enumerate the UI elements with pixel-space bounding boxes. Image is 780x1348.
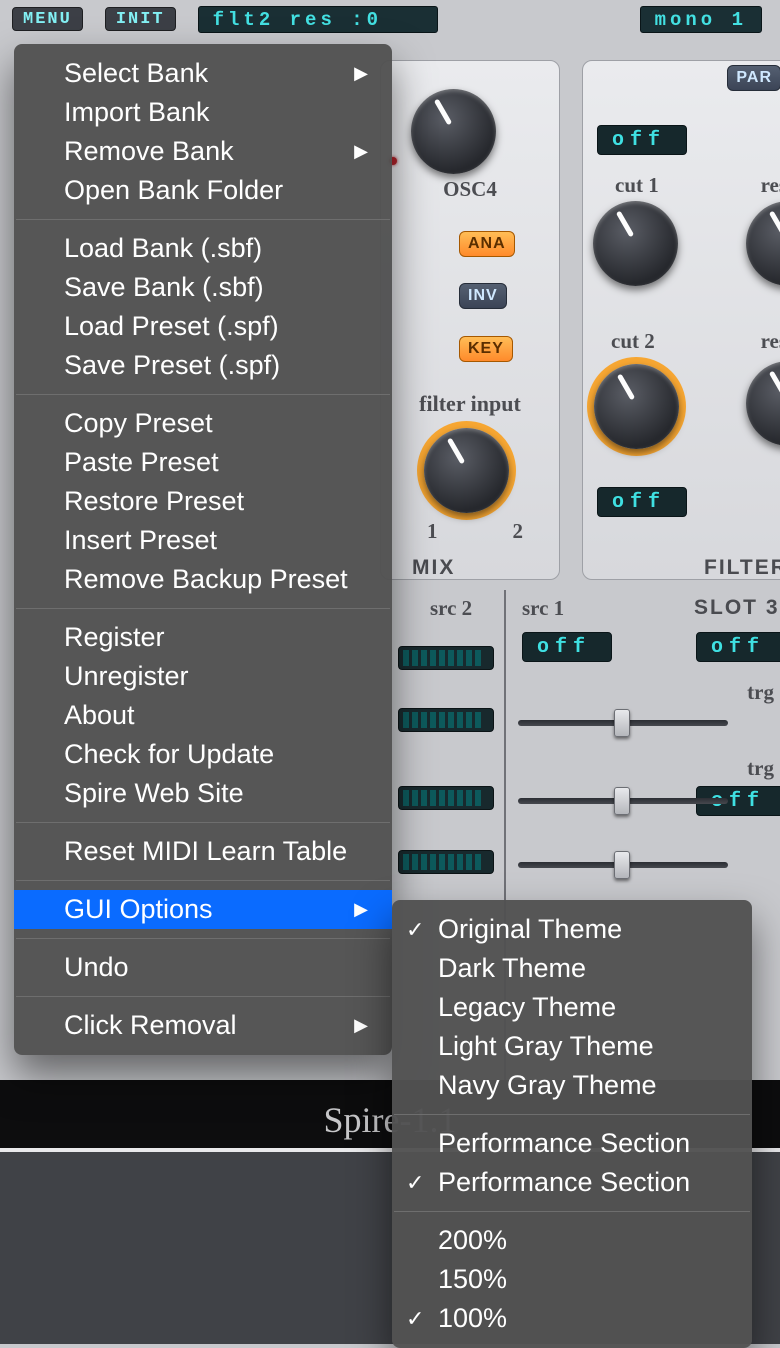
meter-row4	[398, 850, 494, 874]
check-icon: ✓	[406, 917, 424, 943]
src2-meter	[398, 646, 494, 670]
filter1-type-display[interactable]: off	[597, 125, 687, 155]
res1-knob[interactable]	[746, 201, 780, 286]
mix-section-title: MIX	[412, 556, 455, 580]
menu-separator	[16, 608, 390, 609]
menu-separator	[16, 394, 390, 395]
trg2-label: trg	[747, 756, 774, 781]
src2-label: src 2	[430, 596, 472, 621]
cut2-label: cut 2	[611, 329, 655, 354]
menu-about[interactable]: About	[14, 696, 392, 735]
submenu-zoom-150[interactable]: 150%	[392, 1260, 752, 1299]
submenu-perf-section-2[interactable]: ✓Performance Section	[392, 1163, 752, 1202]
gui-options-submenu: ✓Original Theme Dark Theme Legacy Theme …	[392, 900, 752, 1348]
check-icon: ✓	[406, 1306, 424, 1332]
filter2-type-display[interactable]: off	[597, 487, 687, 517]
check-icon: ✓	[406, 1170, 424, 1196]
src1-label: src 1	[522, 596, 564, 621]
filter-input-label: filter input	[381, 391, 559, 417]
mod-slider-1[interactable]	[518, 720, 728, 726]
filter-input-max: 2	[513, 519, 524, 544]
inv-button[interactable]: INV	[459, 283, 507, 309]
key-button[interactable]: KEY	[459, 336, 513, 362]
menu-click-removal[interactable]: Click Removal▶	[14, 1006, 392, 1045]
menu-load-bank[interactable]: Load Bank (.sbf)	[14, 229, 392, 268]
res1-label: res	[761, 173, 780, 198]
menu-import-bank[interactable]: Import Bank	[14, 93, 392, 132]
menu-paste-preset[interactable]: Paste Preset	[14, 443, 392, 482]
menu-unregister[interactable]: Unregister	[14, 657, 392, 696]
init-button[interactable]: INIT	[105, 7, 176, 31]
mod-slider-2[interactable]	[518, 798, 728, 804]
slot-src3-display[interactable]: off	[696, 632, 780, 662]
cut2-knob[interactable]	[594, 364, 679, 449]
menu-save-bank[interactable]: Save Bank (.sbf)	[14, 268, 392, 307]
submenu-theme-original[interactable]: ✓Original Theme	[392, 910, 752, 949]
cut1-knob[interactable]	[593, 201, 678, 286]
trg1-label: trg	[747, 680, 774, 705]
menu-load-preset[interactable]: Load Preset (.spf)	[14, 307, 392, 346]
par-button[interactable]: PAR	[727, 65, 780, 91]
meter-row2	[398, 708, 494, 732]
menu-restore-preset[interactable]: Restore Preset	[14, 482, 392, 521]
menu-remove-bank[interactable]: Remove Bank▶	[14, 132, 392, 171]
menu-website[interactable]: Spire Web Site	[14, 774, 392, 813]
submenu-theme-navygray[interactable]: Navy Gray Theme	[392, 1066, 752, 1105]
menu-copy-preset[interactable]: Copy Preset	[14, 404, 392, 443]
menu-insert-preset[interactable]: Insert Preset	[14, 521, 392, 560]
menu-separator	[16, 822, 390, 823]
mod-slider-3[interactable]	[518, 862, 728, 868]
meter-row3	[398, 786, 494, 810]
submenu-theme-lightgray[interactable]: Light Gray Theme	[392, 1027, 752, 1066]
slot3-title: SLOT 3	[694, 596, 780, 620]
submenu-arrow-icon: ▶	[354, 63, 368, 84]
menu-separator	[16, 880, 390, 881]
res2-label: res	[761, 329, 780, 354]
menu-select-bank[interactable]: Select Bank▶	[14, 54, 392, 93]
submenu-arrow-icon: ▶	[354, 1015, 368, 1036]
submenu-theme-legacy[interactable]: Legacy Theme	[392, 988, 752, 1027]
menu-separator	[16, 996, 390, 997]
menu-reset-midi-learn[interactable]: Reset MIDI Learn Table	[14, 832, 392, 871]
menu-open-bank-folder[interactable]: Open Bank Folder	[14, 171, 392, 210]
filter-input-knob[interactable]	[424, 428, 509, 513]
res2-knob[interactable]	[746, 361, 780, 446]
slot-src1-display[interactable]: off	[522, 632, 612, 662]
submenu-arrow-icon: ▶	[354, 141, 368, 162]
ana-button[interactable]: ANA	[459, 231, 515, 257]
menu-button[interactable]: MENU	[12, 7, 83, 31]
param-display: flt2 res :0	[198, 6, 438, 33]
cut1-label: cut 1	[615, 173, 659, 198]
main-context-menu: Select Bank▶ Import Bank Remove Bank▶ Op…	[14, 44, 392, 1055]
submenu-arrow-icon: ▶	[354, 899, 368, 920]
filter-input-min: 1	[427, 519, 438, 544]
menu-save-preset[interactable]: Save Preset (.spf)	[14, 346, 392, 385]
submenu-perf-section-1[interactable]: Performance Section	[392, 1124, 752, 1163]
submenu-zoom-200[interactable]: 200%	[392, 1221, 752, 1260]
menu-remove-backup-preset[interactable]: Remove Backup Preset	[14, 560, 392, 599]
filter-section-title: FILTER	[704, 556, 780, 580]
menu-separator	[16, 938, 390, 939]
submenu-theme-dark[interactable]: Dark Theme	[392, 949, 752, 988]
osc4-knob[interactable]	[411, 89, 496, 174]
menu-register[interactable]: Register	[14, 618, 392, 657]
osc4-label: OSC4	[381, 177, 559, 202]
menu-gui-options[interactable]: GUI Options▶	[14, 890, 392, 929]
menu-separator	[394, 1114, 750, 1115]
menu-undo[interactable]: Undo	[14, 948, 392, 987]
submenu-zoom-100[interactable]: ✓100%	[392, 1299, 752, 1338]
mode-display[interactable]: mono 1	[640, 6, 762, 33]
menu-separator	[16, 219, 390, 220]
menu-check-update[interactable]: Check for Update	[14, 735, 392, 774]
menu-separator	[394, 1211, 750, 1212]
